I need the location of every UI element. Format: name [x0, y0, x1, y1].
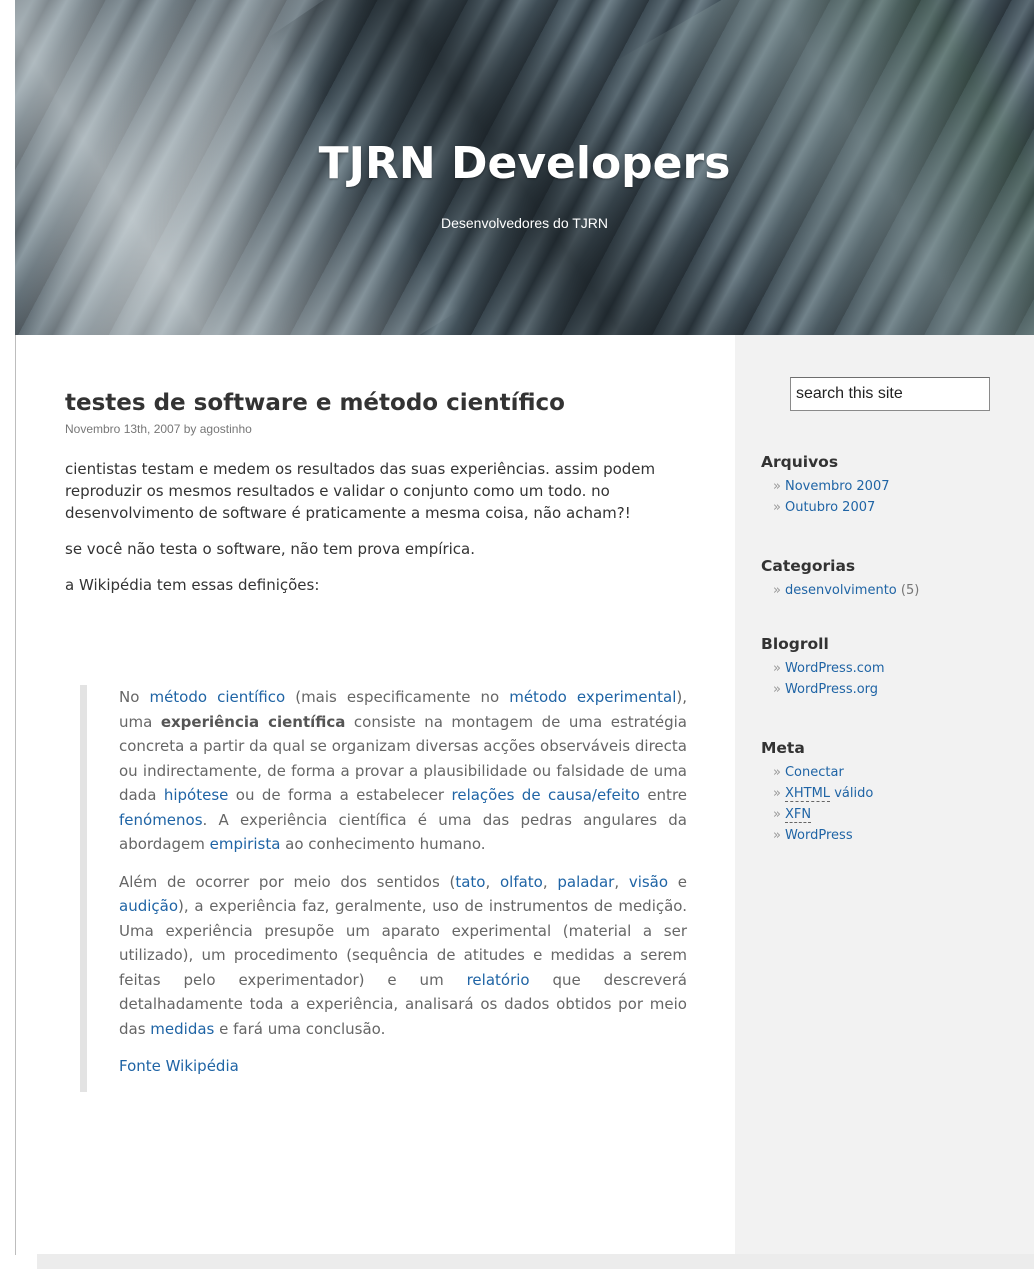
- list-item: » WordPress.com: [773, 658, 885, 679]
- link-medidas[interactable]: medidas: [150, 1020, 214, 1038]
- post-meta: Novembro 13th, 2007 by agostinho: [65, 422, 252, 436]
- link-metodo-experimental[interactable]: método experimental: [509, 688, 676, 706]
- quote-bold-term: experiência científica: [160, 712, 346, 731]
- category-count: (5): [900, 583, 920, 598]
- link-archive-outubro-2007[interactable]: Outubro 2007: [785, 500, 875, 515]
- post: testes de software e método científico N…: [65, 390, 705, 610]
- site-description: Desenvolvedores do TJRN: [440, 215, 609, 231]
- bullet-icon: »: [773, 661, 781, 676]
- list-item: » Conectar: [773, 762, 873, 783]
- link-category-desenvolvimento[interactable]: desenvolvimento: [785, 583, 897, 598]
- bullet-icon: »: [773, 765, 781, 780]
- widget-title: Blogroll: [761, 635, 829, 653]
- link-olfato[interactable]: olfato: [500, 873, 543, 891]
- wikipedia-blockquote: No método científico (mais especificamen…: [80, 685, 687, 1092]
- list-item: » XHTML válido: [773, 783, 873, 804]
- post-title[interactable]: testes de software e método científico: [65, 390, 705, 416]
- list-item: » desenvolvimento (5): [773, 580, 919, 601]
- link-wordpress-org[interactable]: WordPress.org: [785, 682, 878, 697]
- list-item: » WordPress: [773, 825, 873, 846]
- link-relacoes-causa-efeito[interactable]: relações de causa/efeito: [452, 786, 640, 804]
- content-left-border: [15, 335, 16, 1255]
- quote-text: Além de ocorrer por meio dos sentidos (: [119, 872, 456, 891]
- bullet-icon: »: [773, 682, 781, 697]
- quote-text: No: [119, 688, 150, 706]
- widget-blogroll: Blogroll » WordPress.com » WordPress.org: [761, 635, 885, 700]
- bullet-icon: »: [773, 828, 781, 843]
- link-xhtml-valido[interactable]: XHTML válido: [784, 786, 874, 802]
- link-audicao[interactable]: audição: [119, 897, 178, 915]
- meta-list: » Conectar » XHTML válido » XFN » WordPress: [761, 762, 873, 846]
- post-body: cientistas testam e medem os resultados …: [65, 458, 705, 596]
- link-hipotese[interactable]: hipótese: [164, 786, 229, 804]
- list-item: » XFN: [773, 804, 873, 825]
- quote-text: e: [668, 872, 687, 891]
- post-paragraph: cientistas testam e medem os resultados …: [65, 460, 656, 522]
- sidebar: search this site Arquivos » Novembro 2007…: [735, 335, 1034, 1255]
- link-visao[interactable]: visão: [629, 873, 668, 891]
- category-list: » desenvolvimento (5): [761, 580, 919, 601]
- quote-text: ,: [485, 872, 500, 891]
- quote-source-line: Fonte Wikipédia: [119, 1054, 687, 1079]
- widget-categorias: Categorias » desenvolvimento (5): [761, 557, 919, 601]
- bullet-icon: »: [773, 583, 781, 598]
- xhtml-abbr: XHTML: [784, 786, 831, 802]
- link-wordpress[interactable]: WordPress: [785, 828, 853, 843]
- archive-list: » Novembro 2007 » Outubro 2007: [761, 476, 889, 518]
- quote-text: ,: [542, 872, 558, 891]
- site-header: TJRN Developers Desenvolvedores do TJRN: [15, 0, 1034, 335]
- widget-title: Meta: [761, 739, 805, 757]
- xhtml-label: válido: [830, 786, 874, 801]
- link-tato[interactable]: tato: [455, 873, 485, 891]
- site-title[interactable]: TJRN Developers: [15, 138, 1034, 189]
- horizontal-scrollbar[interactable]: [37, 1254, 1034, 1269]
- quote-paragraph: No método científico (mais especificamen…: [119, 685, 687, 857]
- quote-text: ou de forma a estabelecer: [228, 786, 452, 804]
- quote-text: e fará uma conclusão.: [214, 1019, 386, 1038]
- quote-text: ao conhecimento humano.: [280, 835, 486, 853]
- link-fonte-wikipedia[interactable]: Fonte Wikipédia: [119, 1057, 239, 1075]
- widget-meta: Meta » Conectar » XHTML válido » XFN » WordP…: [761, 739, 873, 846]
- quote-text: (mais especificamente no: [285, 688, 510, 706]
- post-paragraph: a Wikipédia tem essas definições:: [65, 576, 320, 594]
- xfn-abbr: XFN: [784, 807, 812, 823]
- link-empirista[interactable]: empirista: [210, 835, 281, 853]
- bullet-icon: »: [773, 500, 781, 515]
- link-wordpress-com[interactable]: WordPress.com: [785, 661, 885, 676]
- quote-text: entre: [639, 786, 688, 804]
- widget-title: Categorias: [761, 557, 856, 575]
- widget-title: Arquivos: [761, 453, 839, 471]
- link-conectar[interactable]: Conectar: [785, 765, 844, 780]
- search-input[interactable]: search this site: [790, 377, 990, 411]
- widget-arquivos: Arquivos » Novembro 2007 » Outubro 2007: [761, 453, 889, 518]
- list-item: » Novembro 2007: [773, 476, 889, 497]
- quote-text: ,: [614, 872, 629, 891]
- list-item: » WordPress.org: [773, 679, 885, 700]
- bullet-icon: »: [773, 807, 781, 822]
- link-archive-novembro-2007[interactable]: Novembro 2007: [785, 479, 890, 494]
- post-paragraph: se você não testa o software, não tem pr…: [65, 540, 475, 558]
- link-relatorio[interactable]: relatório: [467, 971, 530, 989]
- bullet-icon: »: [773, 786, 781, 801]
- link-xfn[interactable]: XFN: [784, 807, 812, 823]
- list-item: » Outubro 2007: [773, 497, 889, 518]
- quote-paragraph: Além de ocorrer por meio dos sentidos (t…: [119, 870, 687, 1042]
- link-paladar[interactable]: paladar: [557, 873, 614, 891]
- link-fenomenos[interactable]: fenómenos: [119, 811, 203, 829]
- bullet-icon: »: [773, 479, 781, 494]
- link-metodo-cientifico[interactable]: método científico: [149, 688, 285, 706]
- blogroll-list: » WordPress.com » WordPress.org: [761, 658, 885, 700]
